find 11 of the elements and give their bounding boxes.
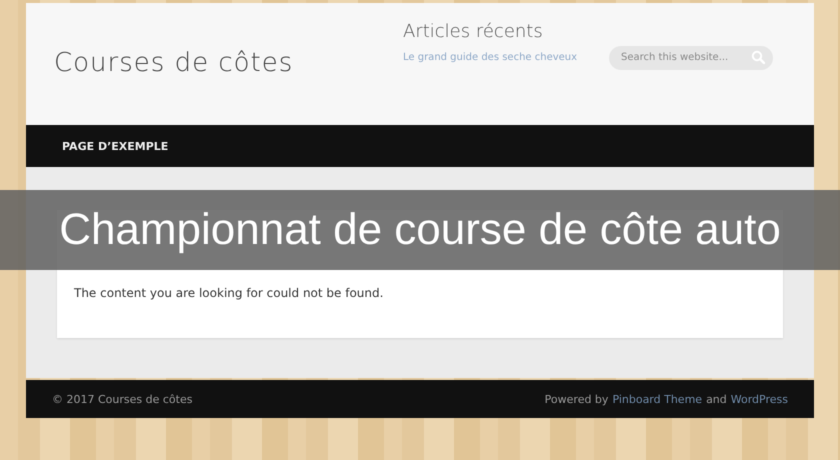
theme-link[interactable]: Pinboard Theme	[612, 392, 702, 406]
nav-link[interactable]: PAGE D’EXEMPLE	[62, 140, 168, 152]
site-title: Courses de côtes	[54, 48, 294, 78]
powered-by-text: Powered by	[544, 392, 608, 406]
copyright-text: © 2017 Courses de côtes	[52, 392, 192, 406]
not-found-message: The content you are looking for could not be found.	[74, 286, 384, 300]
search-field[interactable]: Search this website...	[609, 46, 773, 70]
overlay-banner: Championnat de course de côte auto	[0, 190, 840, 270]
platform-link[interactable]: WordPress	[730, 392, 788, 406]
and-text: and	[706, 392, 727, 406]
widget-title: Articles récents	[403, 21, 544, 42]
